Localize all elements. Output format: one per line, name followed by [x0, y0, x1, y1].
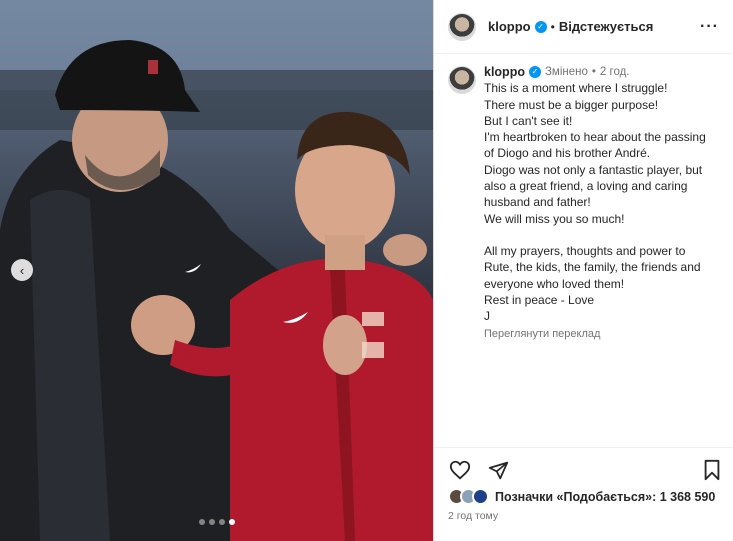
post-side-panel: kloppo ✓ • Відстежується ··· kloppo ✓ Зм…: [433, 0, 733, 541]
caption-line: We will miss you so much!: [484, 211, 625, 226]
caption-line: There must be a bigger purpose!: [484, 97, 659, 112]
separator-dot: •: [550, 19, 555, 34]
post-header: kloppo ✓ • Відстежується ···: [434, 0, 733, 54]
caption-line: I'm heartbroken to hear about the passin…: [484, 130, 706, 145]
verified-badge-icon: ✓: [534, 20, 547, 33]
avatar[interactable]: [448, 12, 476, 41]
carousel-prev-button[interactable]: ‹: [11, 259, 33, 281]
caption-meta: kloppo ✓ Змінено • 2 год.: [484, 64, 706, 80]
carousel-dot-active: [229, 519, 235, 525]
caption-line: J: [484, 309, 490, 324]
caption-avatar[interactable]: [448, 66, 476, 94]
caption-line: husband and father!: [484, 195, 591, 210]
separator-dot: •: [591, 66, 596, 78]
chevron-left-icon: ‹: [19, 262, 25, 278]
more-horizontal-icon[interactable]: ···: [700, 18, 719, 36]
post-photo[interactable]: ‹: [0, 0, 433, 541]
caption-username[interactable]: kloppo: [484, 64, 525, 80]
carousel-dot: [209, 519, 215, 525]
caption-line: everyone who loved them!: [484, 276, 625, 291]
likes-count[interactable]: Позначки «Подобається»: 1 368 590: [495, 490, 715, 504]
caption-line: Diogo was not only a fantastic player, b…: [484, 162, 703, 177]
carousel-dot: [199, 519, 205, 525]
caption-line: Rest in peace - Love: [484, 292, 595, 307]
action-bar: [448, 458, 724, 482]
caption-line: also a great friend, a loving and caring: [484, 179, 688, 194]
caption-body: kloppo ✓ Змінено • 2 год. This is a mome…: [484, 64, 706, 343]
caption-line: All my prayers, thoughts and power to: [484, 243, 686, 258]
verified-badge-icon: ✓: [528, 66, 541, 79]
carousel-dot: [219, 519, 225, 525]
carousel-indicator: [199, 519, 235, 525]
caption: kloppo ✓ Змінено • 2 год. This is a mome…: [448, 64, 720, 343]
photo-illustration: [0, 0, 433, 541]
heart-icon[interactable]: [448, 458, 472, 482]
posted-time[interactable]: 2 год тому: [448, 510, 498, 522]
caption-line: But I can't see it!: [484, 113, 573, 128]
see-translation-link[interactable]: Переглянути переклад: [484, 326, 706, 342]
caption-time[interactable]: 2 год.: [600, 64, 630, 80]
likes-row[interactable]: Позначки «Подобається»: 1 368 590: [448, 488, 715, 505]
following-button[interactable]: Відстежується: [559, 19, 654, 34]
liker-avatars: [448, 488, 489, 505]
caption-line: This is a moment where I struggle!: [484, 81, 668, 96]
divider: [434, 447, 733, 448]
paper-plane-icon[interactable]: [486, 458, 510, 482]
bookmark-icon[interactable]: [700, 458, 724, 482]
caption-line: of Diogo and his brother André.: [484, 146, 651, 161]
caption-line-blank: [484, 227, 706, 243]
caption-line: Rute, the kids, the family, the friends …: [484, 260, 701, 275]
edited-label: Змінено: [544, 66, 588, 78]
avatar: [472, 488, 489, 505]
header-username[interactable]: kloppo: [488, 19, 531, 34]
